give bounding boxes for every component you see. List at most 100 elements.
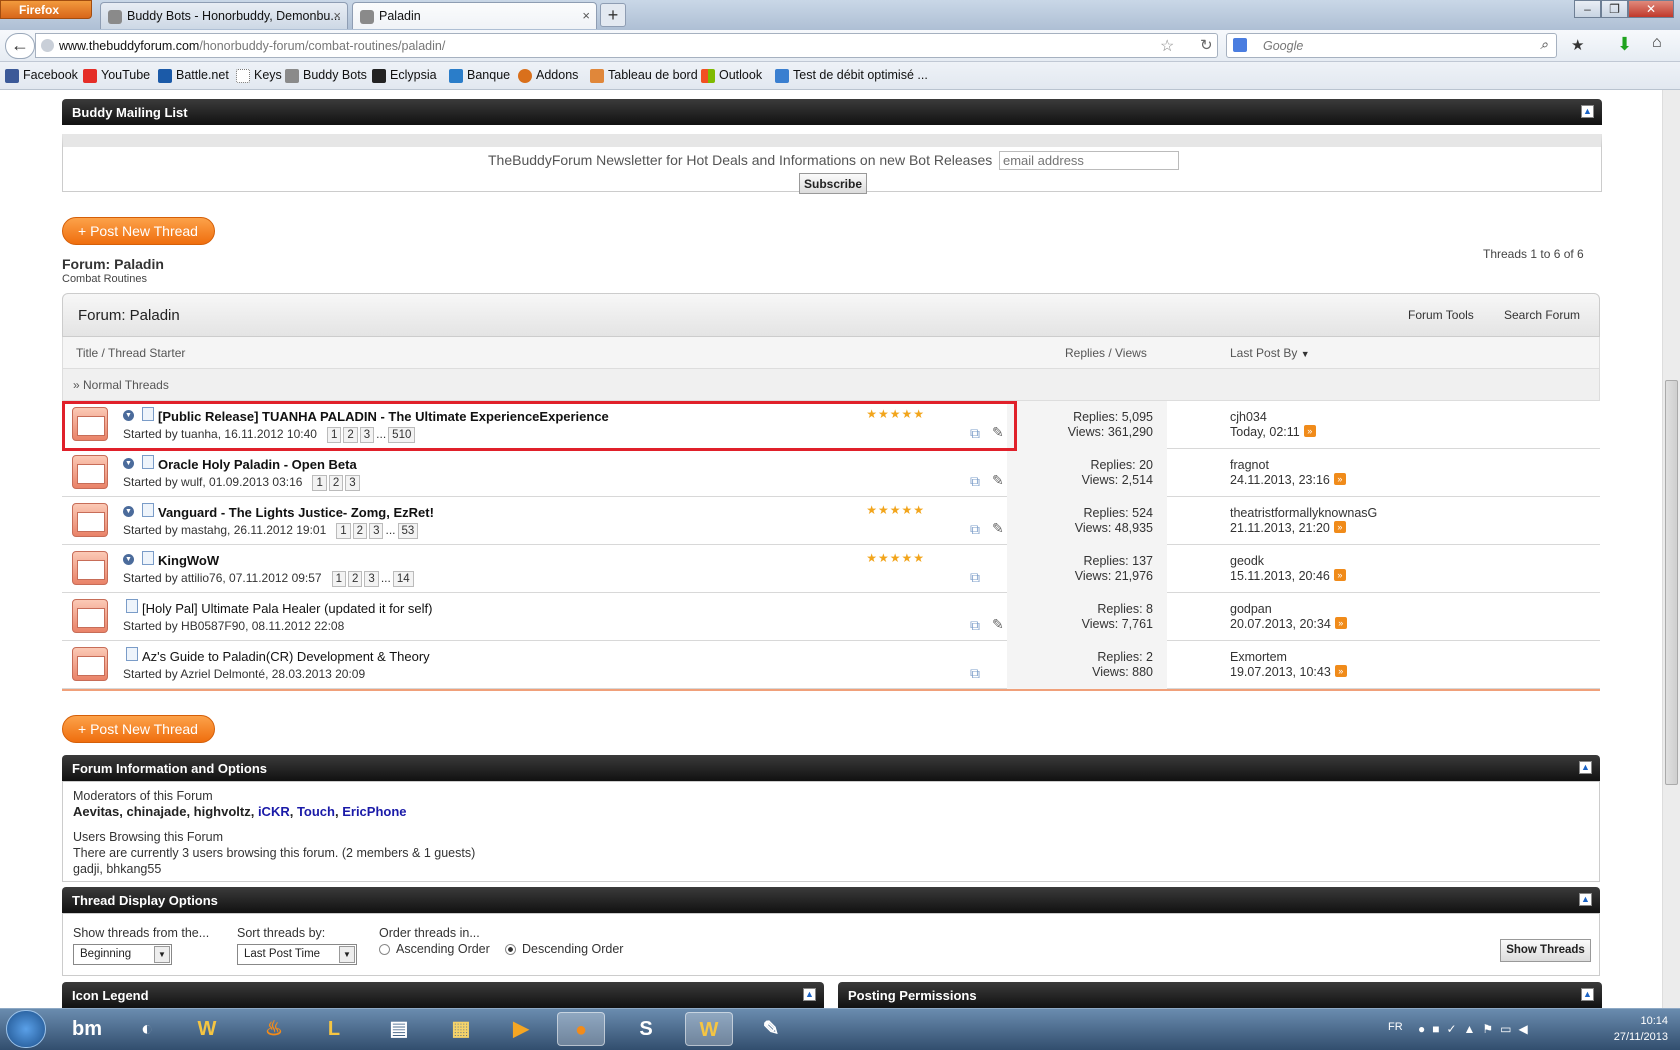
bookmark-eclypsia[interactable]: Eclypsia [372, 68, 437, 83]
thread-title-link[interactable]: Az's Guide to Paladin(CR) Development & … [142, 649, 430, 664]
back-button[interactable]: ← [5, 33, 35, 59]
language-indicator[interactable]: FR [1388, 1021, 1403, 1033]
search-icon[interactable]: ⌕ [1540, 36, 1548, 53]
page-link[interactable]: 14 [392, 571, 414, 587]
descending-label[interactable]: Descending Order [522, 942, 623, 956]
taskbar-paint-icon[interactable]: ✎ [747, 1012, 795, 1046]
sort-select[interactable]: Last Post Time ▼ [237, 944, 357, 965]
page-link[interactable]: 2 [328, 475, 344, 491]
scrollbar-thumb[interactable] [1665, 380, 1678, 785]
clock-date[interactable]: 27/11/2013 [1590, 1031, 1668, 1043]
goto-last-post-icon[interactable]: » [1334, 665, 1347, 677]
taskbar-skype-icon[interactable]: S [622, 1012, 670, 1046]
bookmark-battlenet[interactable]: Battle.net [158, 68, 229, 83]
tag-icon[interactable]: ⧉ [970, 473, 980, 490]
taskbar-explorer-icon[interactable]: ▦ [437, 1012, 485, 1046]
page-link[interactable]: 2 [352, 523, 368, 539]
close-window-button[interactable]: ✕ [1628, 0, 1674, 18]
page-link[interactable]: 1 [336, 523, 351, 539]
goto-first-unread-icon[interactable]: ▼ [123, 554, 134, 565]
taskbar-hearthstone-icon[interactable]: ♨ [250, 1012, 298, 1046]
show-from-select[interactable]: Beginning ▼ [73, 944, 172, 965]
moderator-link[interactable]: Touch [297, 804, 335, 819]
page-link[interactable]: 3 [345, 475, 360, 491]
last-post-user[interactable]: godpan [1230, 602, 1347, 617]
bookmark-test-debit[interactable]: Test de débit optimisé ... [775, 68, 928, 83]
firefox-menu-button[interactable]: Firefox [0, 0, 92, 19]
table-row[interactable]: ▼ Oracle Holy Paladin - Open Beta Started … [62, 449, 1600, 497]
page-link[interactable]: 1 [331, 571, 346, 587]
goto-last-post-icon[interactable]: » [1303, 425, 1316, 437]
page-link[interactable]: 1 [312, 475, 327, 491]
home-icon[interactable]: ⌂ [1652, 34, 1662, 52]
col-replies-views[interactable]: Replies / Views [1065, 346, 1147, 360]
taskbar-bm-icon[interactable]: bm [63, 1012, 111, 1046]
browsing-users[interactable]: gadji, bhkang55 [73, 862, 161, 876]
page-link[interactable]: 53 [397, 523, 419, 539]
tag-icon[interactable]: ⧉ [970, 521, 980, 538]
table-row[interactable]: Az's Guide to Paladin(CR) Development & … [62, 641, 1600, 689]
goto-first-unread-icon[interactable]: ▼ [123, 506, 134, 517]
tab-close-icon[interactable]: × [582, 8, 590, 23]
descending-radio[interactable] [505, 944, 516, 955]
site-identity-icon[interactable] [41, 39, 54, 52]
goto-last-post-icon[interactable]: » [1333, 569, 1346, 581]
google-icon[interactable] [1233, 38, 1247, 52]
last-post-user[interactable]: cjh034 [1230, 410, 1316, 425]
thread-title-link[interactable]: Oracle Holy Paladin - Open Beta [158, 457, 357, 472]
bookmark-buddy-bots[interactable]: Buddy Bots [285, 68, 367, 83]
bookmark-banque[interactable]: Banque [449, 68, 510, 83]
thread-title-link[interactable]: [Holy Pal] Ultimate Pala Healer (updated… [142, 601, 432, 616]
download-icon[interactable]: ⬇ [1617, 34, 1632, 55]
page-link[interactable]: 2 [348, 571, 363, 587]
bookmark-tableau-de-bord[interactable]: Tableau de bord [590, 68, 698, 83]
bookmark-youtube[interactable]: YouTube [83, 68, 150, 83]
moderator-link[interactable]: EricPhone [342, 804, 406, 819]
maximize-button[interactable]: ❐ [1601, 0, 1628, 18]
goto-last-post-icon[interactable]: » [1333, 473, 1346, 485]
post-new-thread-button[interactable]: + Post New Thread [62, 217, 215, 245]
table-row[interactable]: [Holy Pal] Ultimate Pala Healer (updated… [62, 593, 1600, 641]
page-link[interactable]: 3 [369, 523, 384, 539]
bookmarks-menu-icon[interactable]: ★ [1571, 36, 1584, 54]
thread-title-link[interactable]: KingWoW [158, 553, 219, 568]
last-post-user[interactable]: theatristformallyknownasG [1230, 506, 1377, 521]
goto-last-post-icon[interactable]: » [1334, 617, 1347, 629]
bookmark-keys[interactable]: Keys [236, 68, 282, 83]
attachment-icon[interactable]: ✎ [992, 616, 1004, 633]
table-row[interactable]: ▼ KingWoW Started by attilio76, 07.11.2012… [62, 545, 1600, 593]
reload-icon[interactable]: ↻ [1200, 36, 1213, 54]
attachment-icon[interactable]: ✎ [992, 520, 1004, 537]
show-threads-button[interactable]: Show Threads [1500, 939, 1591, 962]
minimize-button[interactable]: ‒ [1574, 0, 1601, 18]
goto-last-post-icon[interactable]: » [1333, 521, 1346, 533]
last-post-user[interactable]: fragnot [1230, 458, 1346, 473]
taskbar-firefox-icon[interactable]: ● [557, 1012, 605, 1046]
bookmark-facebook[interactable]: Facebook [5, 68, 78, 83]
col-title-thread-starter[interactable]: Title / Thread Starter [76, 346, 185, 360]
table-row[interactable]: ▼ Vanguard - The Lights Justice- Zomg, Ez… [62, 497, 1600, 545]
system-tray-icons[interactable]: ●■✓▲⚑▭◀ [1418, 1022, 1536, 1038]
taskbar-media-icon[interactable]: ▶ [497, 1012, 545, 1046]
thread-title-link[interactable]: Vanguard - The Lights Justice- Zomg, EzR… [158, 505, 434, 520]
taskbar-audio-icon[interactable]: ◐ [123, 1012, 171, 1046]
new-tab-button[interactable]: + [600, 3, 626, 27]
page-link[interactable]: 3 [364, 571, 379, 587]
collapse-icon[interactable]: ▲ [1581, 105, 1594, 118]
bookmark-addons[interactable]: Addons [518, 68, 578, 83]
tag-icon[interactable]: ⧉ [970, 665, 980, 682]
ascending-radio[interactable] [379, 944, 390, 955]
tab-buddy-bots[interactable]: Buddy Bots - Honorbuddy, Demonbu... × [100, 2, 348, 29]
address-bar[interactable]: www.thebuddyforum.com/honorbuddy-forum/c… [35, 33, 1218, 58]
bookmark-outlook[interactable]: Outlook [701, 68, 762, 83]
moderator-link[interactable]: iCKR [258, 804, 290, 819]
collapse-icon[interactable]: ▲ [1581, 988, 1594, 1001]
collapse-icon[interactable]: ▲ [1579, 893, 1592, 906]
goto-first-unread-icon[interactable]: ▼ [123, 458, 134, 469]
subscribe-button[interactable]: Subscribe [799, 173, 867, 194]
last-post-user[interactable]: geodk [1230, 554, 1346, 569]
tag-icon[interactable]: ⧉ [970, 569, 980, 586]
forum-tools-link[interactable]: Forum Tools [1408, 308, 1474, 322]
taskbar-wow-running-icon[interactable]: W [685, 1012, 733, 1046]
last-post-user[interactable]: Exmortem [1230, 650, 1347, 665]
